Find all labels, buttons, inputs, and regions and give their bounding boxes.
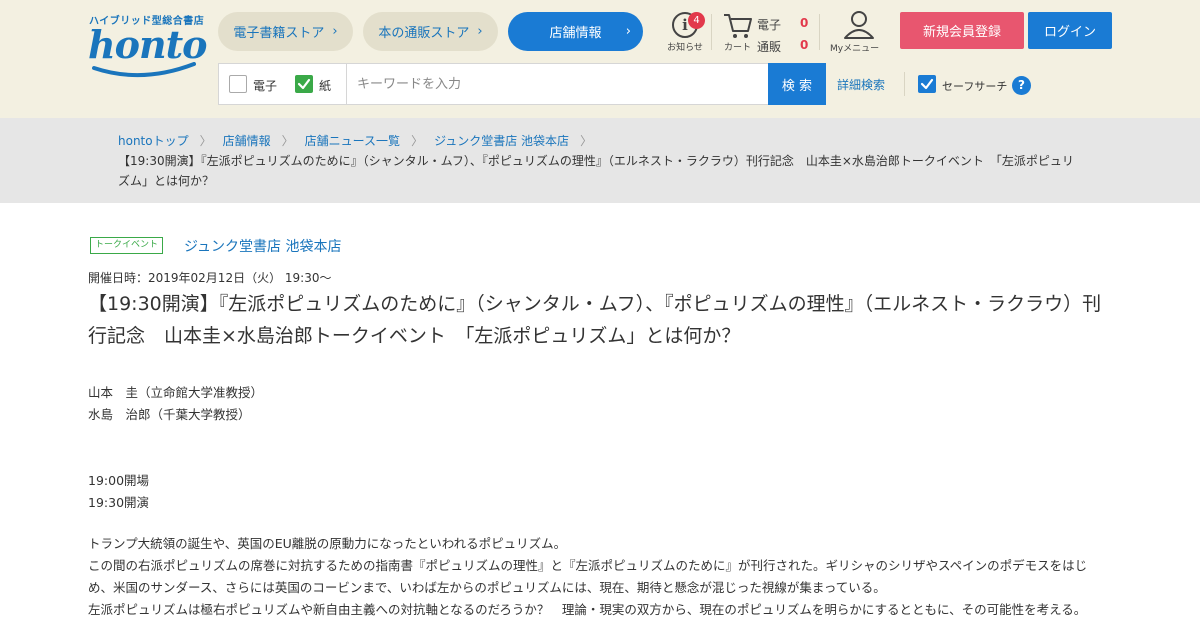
search-button[interactable]: 検 索	[768, 63, 826, 105]
check-icon	[297, 78, 311, 90]
user-icon	[843, 11, 874, 39]
tab-paper-store-label: 本の通販ストア	[378, 26, 470, 41]
breadcrumb-links: hontoトップ〉店舗情報〉店舗ニュース一覧〉ジュンク堂書店 池袋本店〉	[118, 132, 603, 149]
ebook-checkbox[interactable]	[229, 75, 247, 93]
tab-paper-store[interactable]: 本の通販ストア ›	[363, 12, 498, 51]
notice-label: お知らせ	[667, 43, 703, 53]
register-button[interactable]: 新規会員登録	[900, 12, 1024, 49]
tab-ebook-store-label: 電子書籍ストア	[233, 26, 325, 41]
breadcrumb-separator-icon: 〉	[281, 134, 294, 148]
divider	[819, 14, 820, 50]
paper-checkbox-label: 紙	[319, 79, 332, 93]
cart-button[interactable]: カート	[722, 12, 754, 53]
help-icon[interactable]: ?	[1012, 76, 1031, 95]
event-description-2: この間の右派ポピュリズムの席巻に対抗するための指南書『ポピュリズムの理性』と『左…	[88, 558, 1088, 595]
divider	[711, 14, 712, 50]
breadcrumb-item-home[interactable]: hontoトップ	[118, 134, 189, 148]
event-description-3: 左派ポピュリズムは極右ポピュリズムや新自由主義への対抗軸となるのだろうか？ 理論…	[88, 602, 1087, 617]
cart-ebook-count: 0	[800, 16, 809, 30]
divider	[904, 72, 905, 96]
safe-search-checkbox[interactable]	[918, 75, 936, 93]
breadcrumb-separator-icon: 〉	[411, 134, 424, 148]
event-date: 開催日時：2019年02月12日（火） 19:30～	[88, 271, 332, 285]
cart-ebook-label[interactable]: 電子	[757, 16, 781, 33]
mymenu-label: Myメニュー	[830, 44, 880, 54]
check-icon	[920, 78, 934, 90]
breadcrumb-separator-icon: 〉	[580, 134, 593, 148]
chevron-right-icon: ›	[625, 24, 631, 39]
store-link[interactable]: ジュンク堂書店 池袋本店	[184, 236, 341, 256]
start-time: 19:30開演	[88, 495, 150, 510]
breadcrumb: hontoトップ〉店舗情報〉店舗ニュース一覧〉ジュンク堂書店 池袋本店〉 【19…	[0, 118, 1200, 203]
ebook-checkbox-label: 電子	[253, 79, 278, 93]
breadcrumb-separator-icon: 〉	[199, 134, 212, 148]
mymenu-button[interactable]: Myメニュー	[828, 10, 880, 54]
cart-paper-count: 0	[800, 38, 809, 52]
search-box: 電子 紙	[218, 63, 826, 105]
event-category-badge: トークイベント	[90, 237, 164, 254]
search-input[interactable]	[347, 64, 767, 104]
speaker-1: 山本 圭（立命館大学准教授）	[88, 385, 264, 400]
logo-swoosh-icon	[92, 62, 196, 78]
doors-open-time: 19:00開場	[88, 473, 150, 488]
chevron-right-icon: ›	[477, 24, 483, 39]
cart-label: カート	[724, 43, 752, 53]
speaker-2: 水島 治郎（千葉大学教授）	[88, 407, 251, 422]
advanced-search-link[interactable]: 詳細検索	[837, 76, 885, 93]
event-description-1: トランプ大統領の誕生や、英国のEU離脱の原動力になったといわれるポピュリズム。	[88, 536, 567, 551]
breadcrumb-current: 【19:30開演】『左派ポピュリズムのために』（シャンタル・ムフ）、『ポピュリズ…	[118, 154, 1074, 188]
cart-icon	[724, 14, 752, 38]
notice-button[interactable]: i 4 お知らせ	[665, 12, 705, 53]
login-button[interactable]: ログイン	[1028, 12, 1112, 49]
notice-badge: 4	[688, 12, 705, 29]
breadcrumb-item-store[interactable]: ジュンク堂書店 池袋本店	[434, 134, 569, 148]
site-header: ハイブリッド型総合書店 honto 電子書籍ストア › 本の通販ストア › 店舗…	[0, 0, 1200, 118]
tab-store-info[interactable]: 店舗情報 ›	[508, 12, 643, 51]
honto-logo[interactable]: honto	[88, 22, 207, 67]
paper-checkbox[interactable]	[295, 75, 313, 93]
event-title: 【19:30開演】『左派ポピュリズムのために』（シャンタル・ムフ）、『ポピュリズ…	[88, 293, 1102, 347]
chevron-right-icon: ›	[332, 24, 338, 39]
breadcrumb-item-store-news[interactable]: 店舗ニュース一覧	[305, 134, 400, 148]
tab-store-info-label: 店舗情報	[549, 26, 602, 41]
tab-ebook-store[interactable]: 電子書籍ストア ›	[218, 12, 353, 51]
cart-paper-label[interactable]: 通販	[757, 38, 781, 55]
breadcrumb-item-store-info[interactable]: 店舗情報	[223, 134, 271, 148]
safe-search-label: セーフサーチ	[942, 80, 1008, 93]
